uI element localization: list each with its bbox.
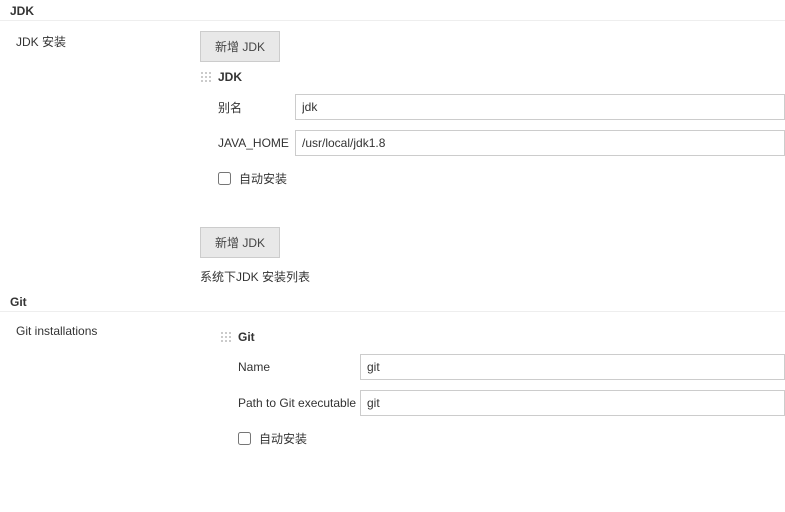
git-name-label: Name — [220, 360, 360, 374]
jdk-alias-label: 别名 — [200, 99, 295, 116]
jdk-alias-input[interactable] — [295, 94, 785, 120]
jdk-item-header: JDK — [200, 70, 785, 84]
jdk-autoinstall-row: 自动安装 — [200, 170, 785, 187]
jdk-alias-row: 别名 — [200, 94, 785, 120]
git-autoinstall-row: 自动安装 — [220, 430, 785, 447]
jdk-section-title: JDK — [0, 0, 785, 21]
jdk-install-content: 新增 JDK JDK 别名 JAVA_HOME 自动安装 新增 JDK — [200, 21, 785, 285]
git-install-content: Git Name Path to Git executable 自动安装 — [200, 312, 785, 447]
drag-icon[interactable] — [200, 71, 212, 83]
git-item-title: Git — [238, 330, 255, 344]
jdk-autoinstall-checkbox[interactable] — [218, 172, 231, 185]
jdk-install-row: JDK 安装 新增 JDK JDK 别名 JAVA_HOME 自动安装 — [0, 21, 785, 285]
git-install-row: Git installations Git Name Path to Git e… — [0, 312, 785, 447]
git-autoinstall-checkbox[interactable] — [238, 432, 251, 445]
git-section-title: Git — [0, 291, 785, 312]
jdk-autoinstall-label: 自动安装 — [239, 170, 287, 187]
git-name-row: Name — [220, 354, 785, 380]
drag-icon[interactable] — [220, 331, 232, 343]
jdk-javahome-input[interactable] — [295, 130, 785, 156]
git-item-header: Git — [220, 330, 785, 344]
git-path-label: Path to Git executable — [220, 396, 360, 410]
add-jdk-button-2[interactable]: 新增 JDK — [200, 227, 280, 258]
git-path-input[interactable] — [360, 390, 785, 416]
add-jdk-button[interactable]: 新增 JDK — [200, 31, 280, 62]
git-autoinstall-label: 自动安装 — [259, 430, 307, 447]
jdk-item-title: JDK — [218, 70, 242, 84]
jdk-system-list-hint: 系统下JDK 安装列表 — [200, 268, 785, 285]
jdk-install-label: JDK 安装 — [0, 21, 200, 50]
jdk-javahome-label: JAVA_HOME — [200, 136, 295, 150]
jdk-javahome-row: JAVA_HOME — [200, 130, 785, 156]
git-name-input[interactable] — [360, 354, 785, 380]
git-installations-label: Git installations — [0, 312, 200, 338]
git-path-row: Path to Git executable — [220, 390, 785, 416]
